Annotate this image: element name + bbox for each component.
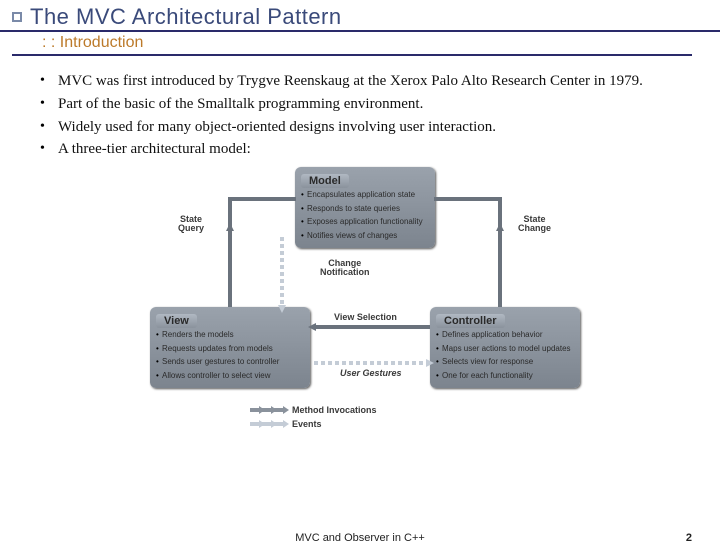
title-bar: The MVC Architectural Pattern [0,0,720,32]
state-change-arrow [434,197,502,201]
legend-method-label: Method Invocations [292,405,377,415]
state-query-arrow [228,197,296,201]
bullet-item: Part of the basic of the Smalltalk progr… [40,95,680,114]
legend-solid-arrow-icon [274,408,284,412]
view-item: Renders the models [156,330,304,340]
model-item: Notifies views of changes [301,231,429,241]
view-selection-arrow [314,325,430,329]
legend-solid-arrow-icon [262,408,272,412]
model-item: Encapsulates application state [301,190,429,200]
view-selection-label: View Selection [334,313,397,322]
view-item: Requests updates from models [156,344,304,354]
controller-item: Selects view for response [436,357,574,367]
footer-title: MVC and Observer in C++ [295,532,425,544]
controller-box: Controller Defines application behavior … [430,307,580,388]
bullet-item: Widely used for many object-oriented des… [40,118,680,137]
page-subtitle: : : Introduction [12,32,692,56]
diagram-legend: Method Invocations Events [250,405,377,433]
legend-events-label: Events [292,419,322,429]
view-item: Sends user gestures to controller [156,357,304,367]
controller-item: Maps user actions to model updates [436,344,574,354]
bullet-item: A three-tier architectural model: [40,140,680,159]
state-change-arrow [498,229,502,307]
state-change-label: StateChange [518,215,551,234]
arrow-head-icon [426,359,434,367]
arrow-head-icon [278,305,286,313]
controller-item: One for each functionality [436,371,574,381]
view-item: Allows controller to select view [156,371,304,381]
change-notification-label: ChangeNotification [320,259,370,278]
model-item: Responds to state queries [301,204,429,214]
page-number: 2 [686,532,692,544]
model-item: Exposes application functionality [301,217,429,227]
legend-solid-arrow-icon [250,408,260,412]
state-query-arrow [228,197,232,229]
view-box: View Renders the models Requests updates… [150,307,310,388]
user-gestures-label: User Gestures [340,369,402,378]
bullet-item: MVC was first introduced by Trygve Reens… [40,72,680,91]
legend-light-arrow-icon [250,422,260,426]
controller-header: Controller [436,314,505,328]
mvc-diagram: Model Encapsulates application state Res… [130,167,590,457]
arrow-head-icon [308,323,316,331]
legend-light-arrow-icon [262,422,272,426]
state-query-label: StateQuery [178,215,204,234]
state-query-arrow [228,229,232,307]
controller-item: Defines application behavior [436,330,574,340]
model-header: Model [301,174,349,188]
arrow-head-icon [496,223,504,231]
view-header: View [156,314,197,328]
body-content: MVC was first introduced by Trygve Reens… [0,56,720,457]
title-bullet-icon [12,12,22,22]
user-gestures-arrow [314,361,430,365]
legend-light-arrow-icon [274,422,284,426]
page-title: The MVC Architectural Pattern [30,4,342,30]
model-box: Model Encapsulates application state Res… [295,167,435,248]
change-notification-arrow [280,237,284,309]
